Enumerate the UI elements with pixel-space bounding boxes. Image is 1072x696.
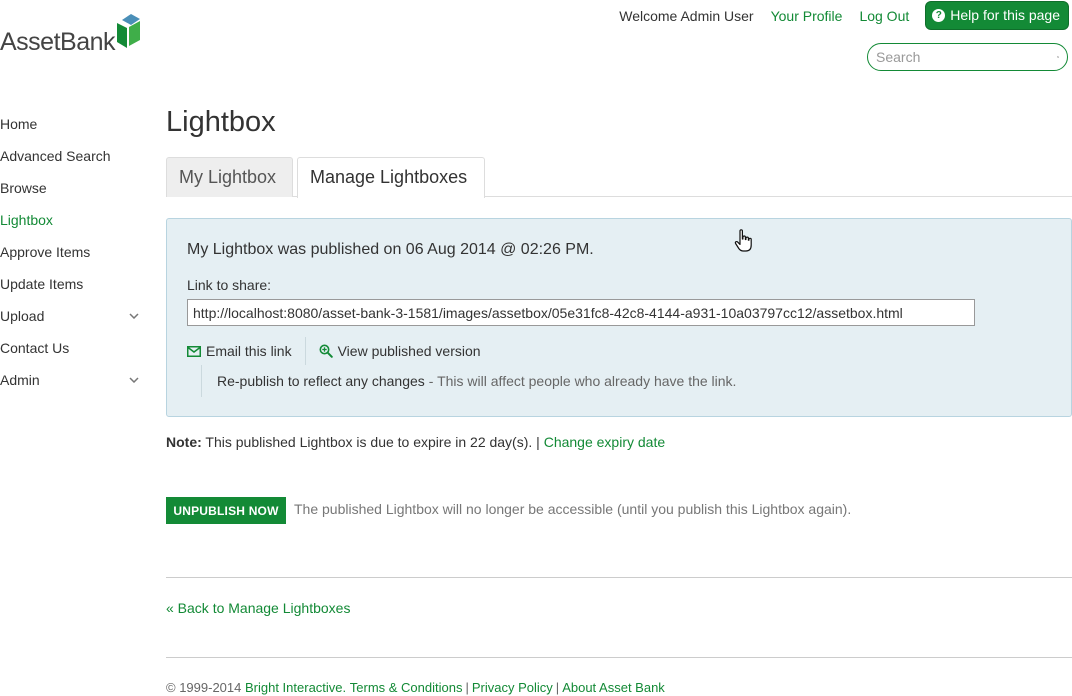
sidebar-item-label: Lightbox: [0, 212, 53, 228]
view-published-button[interactable]: View published version: [319, 343, 481, 359]
sidebar-item-admin[interactable]: Admin: [0, 364, 145, 396]
published-heading: My Lightbox was published on 06 Aug 2014…: [187, 241, 594, 258]
email-link-label: Email this link: [206, 343, 292, 359]
welcome-text: Welcome Admin User: [619, 7, 754, 24]
asset-bank-logo[interactable]: AssetBank: [0, 14, 141, 55]
help-button-label: Help for this page: [950, 7, 1060, 23]
republish-description: - This will affect people who already ha…: [428, 373, 737, 389]
note-label: Note:: [166, 434, 202, 450]
company-link[interactable]: Bright Interactive.: [245, 680, 346, 695]
search-input[interactable]: [876, 49, 1057, 65]
republish-link[interactable]: Re-publish to reflect any changes: [217, 373, 425, 389]
note-text: This published Lightbox is due to expire…: [205, 434, 540, 450]
republish-row: Re-publish to reflect any changes - This…: [201, 365, 736, 397]
expiry-note: Note: This published Lightbox is due to …: [166, 434, 665, 450]
sidebar-item-upload[interactable]: Upload: [0, 300, 145, 332]
share-link-label: Link to share:: [187, 277, 272, 293]
sidebar-item-advanced-search[interactable]: Advanced Search: [0, 140, 145, 172]
back-to-manage-lightboxes-link[interactable]: « Back to Manage Lightboxes: [166, 600, 350, 616]
sidebar-item-browse[interactable]: Browse: [0, 172, 145, 204]
search-icon[interactable]: [1057, 50, 1059, 64]
help-button[interactable]: ? Help for this page: [926, 2, 1068, 29]
footer-separator: |: [555, 680, 560, 695]
log-out-link[interactable]: Log Out: [859, 8, 909, 24]
envelope-icon: [187, 345, 201, 357]
terms-link[interactable]: Terms & Conditions: [350, 680, 463, 695]
sidebar-item-label: Approve Items: [0, 244, 91, 260]
sidebar-item-label: Upload: [0, 308, 45, 324]
published-info-panel: My Lightbox was published on 06 Aug 2014…: [166, 218, 1072, 417]
tab-bar: My Lightbox Manage Lightboxes: [166, 157, 1072, 198]
sidebar-item-label: Admin: [0, 372, 40, 388]
tab-manage-lightboxes[interactable]: Manage Lightboxes: [297, 157, 485, 198]
tab-my-lightbox[interactable]: My Lightbox: [166, 157, 293, 197]
email-link-button[interactable]: Email this link: [187, 343, 292, 359]
page-title: Lightbox: [166, 106, 276, 138]
view-published-label: View published version: [337, 343, 481, 359]
unpublish-now-button[interactable]: UNPUBLISH NOW: [166, 497, 286, 524]
zoom-icon: [319, 344, 333, 358]
section-divider: [166, 577, 1072, 578]
logo-text: AssetBank: [0, 28, 116, 56]
privacy-link[interactable]: Privacy Policy: [472, 680, 553, 695]
footer-separator: |: [465, 680, 469, 695]
chevron-down-icon[interactable]: [129, 377, 139, 383]
share-actions: Email this link View published version: [187, 337, 481, 365]
sidebar-item-label: Browse: [0, 180, 47, 196]
footer-divider: [166, 657, 1072, 658]
sidebar-item-home[interactable]: Home: [0, 108, 145, 140]
sidebar-item-label: Contact Us: [0, 340, 70, 356]
action-divider: [304, 337, 306, 365]
sidebar-item-label: Home: [0, 116, 38, 132]
sidebar-nav: Home Advanced Search Browse Lightbox App…: [0, 108, 145, 396]
search-box: [867, 43, 1068, 71]
sidebar-item-lightbox[interactable]: Lightbox: [0, 204, 145, 236]
about-link[interactable]: About Asset Bank: [562, 680, 665, 695]
copyright-text: © 1999-2014: [166, 680, 242, 695]
sidebar-item-label: Advanced Search: [0, 148, 111, 164]
top-links: Welcome Admin User Your Profile Log Out …: [619, 2, 1068, 29]
share-link-field[interactable]: [187, 299, 975, 326]
chevron-down-icon[interactable]: [129, 313, 139, 319]
change-expiry-link[interactable]: Change expiry date: [544, 434, 665, 450]
cube-icon: [117, 14, 141, 48]
hand-pointer-icon: [734, 229, 752, 252]
sidebar-item-contact-us[interactable]: Contact Us: [0, 332, 145, 364]
footer: © 1999-2014 Bright Interactive. Terms & …: [166, 680, 665, 695]
question-circle-icon: ?: [932, 8, 946, 22]
sidebar-item-update-items[interactable]: Update Items: [0, 268, 145, 300]
sidebar-item-label: Update Items: [0, 276, 84, 292]
your-profile-link[interactable]: Your Profile: [771, 8, 843, 24]
unpublish-description: The published Lightbox will no longer be…: [294, 501, 852, 517]
sidebar-item-approve-items[interactable]: Approve Items: [0, 236, 145, 268]
